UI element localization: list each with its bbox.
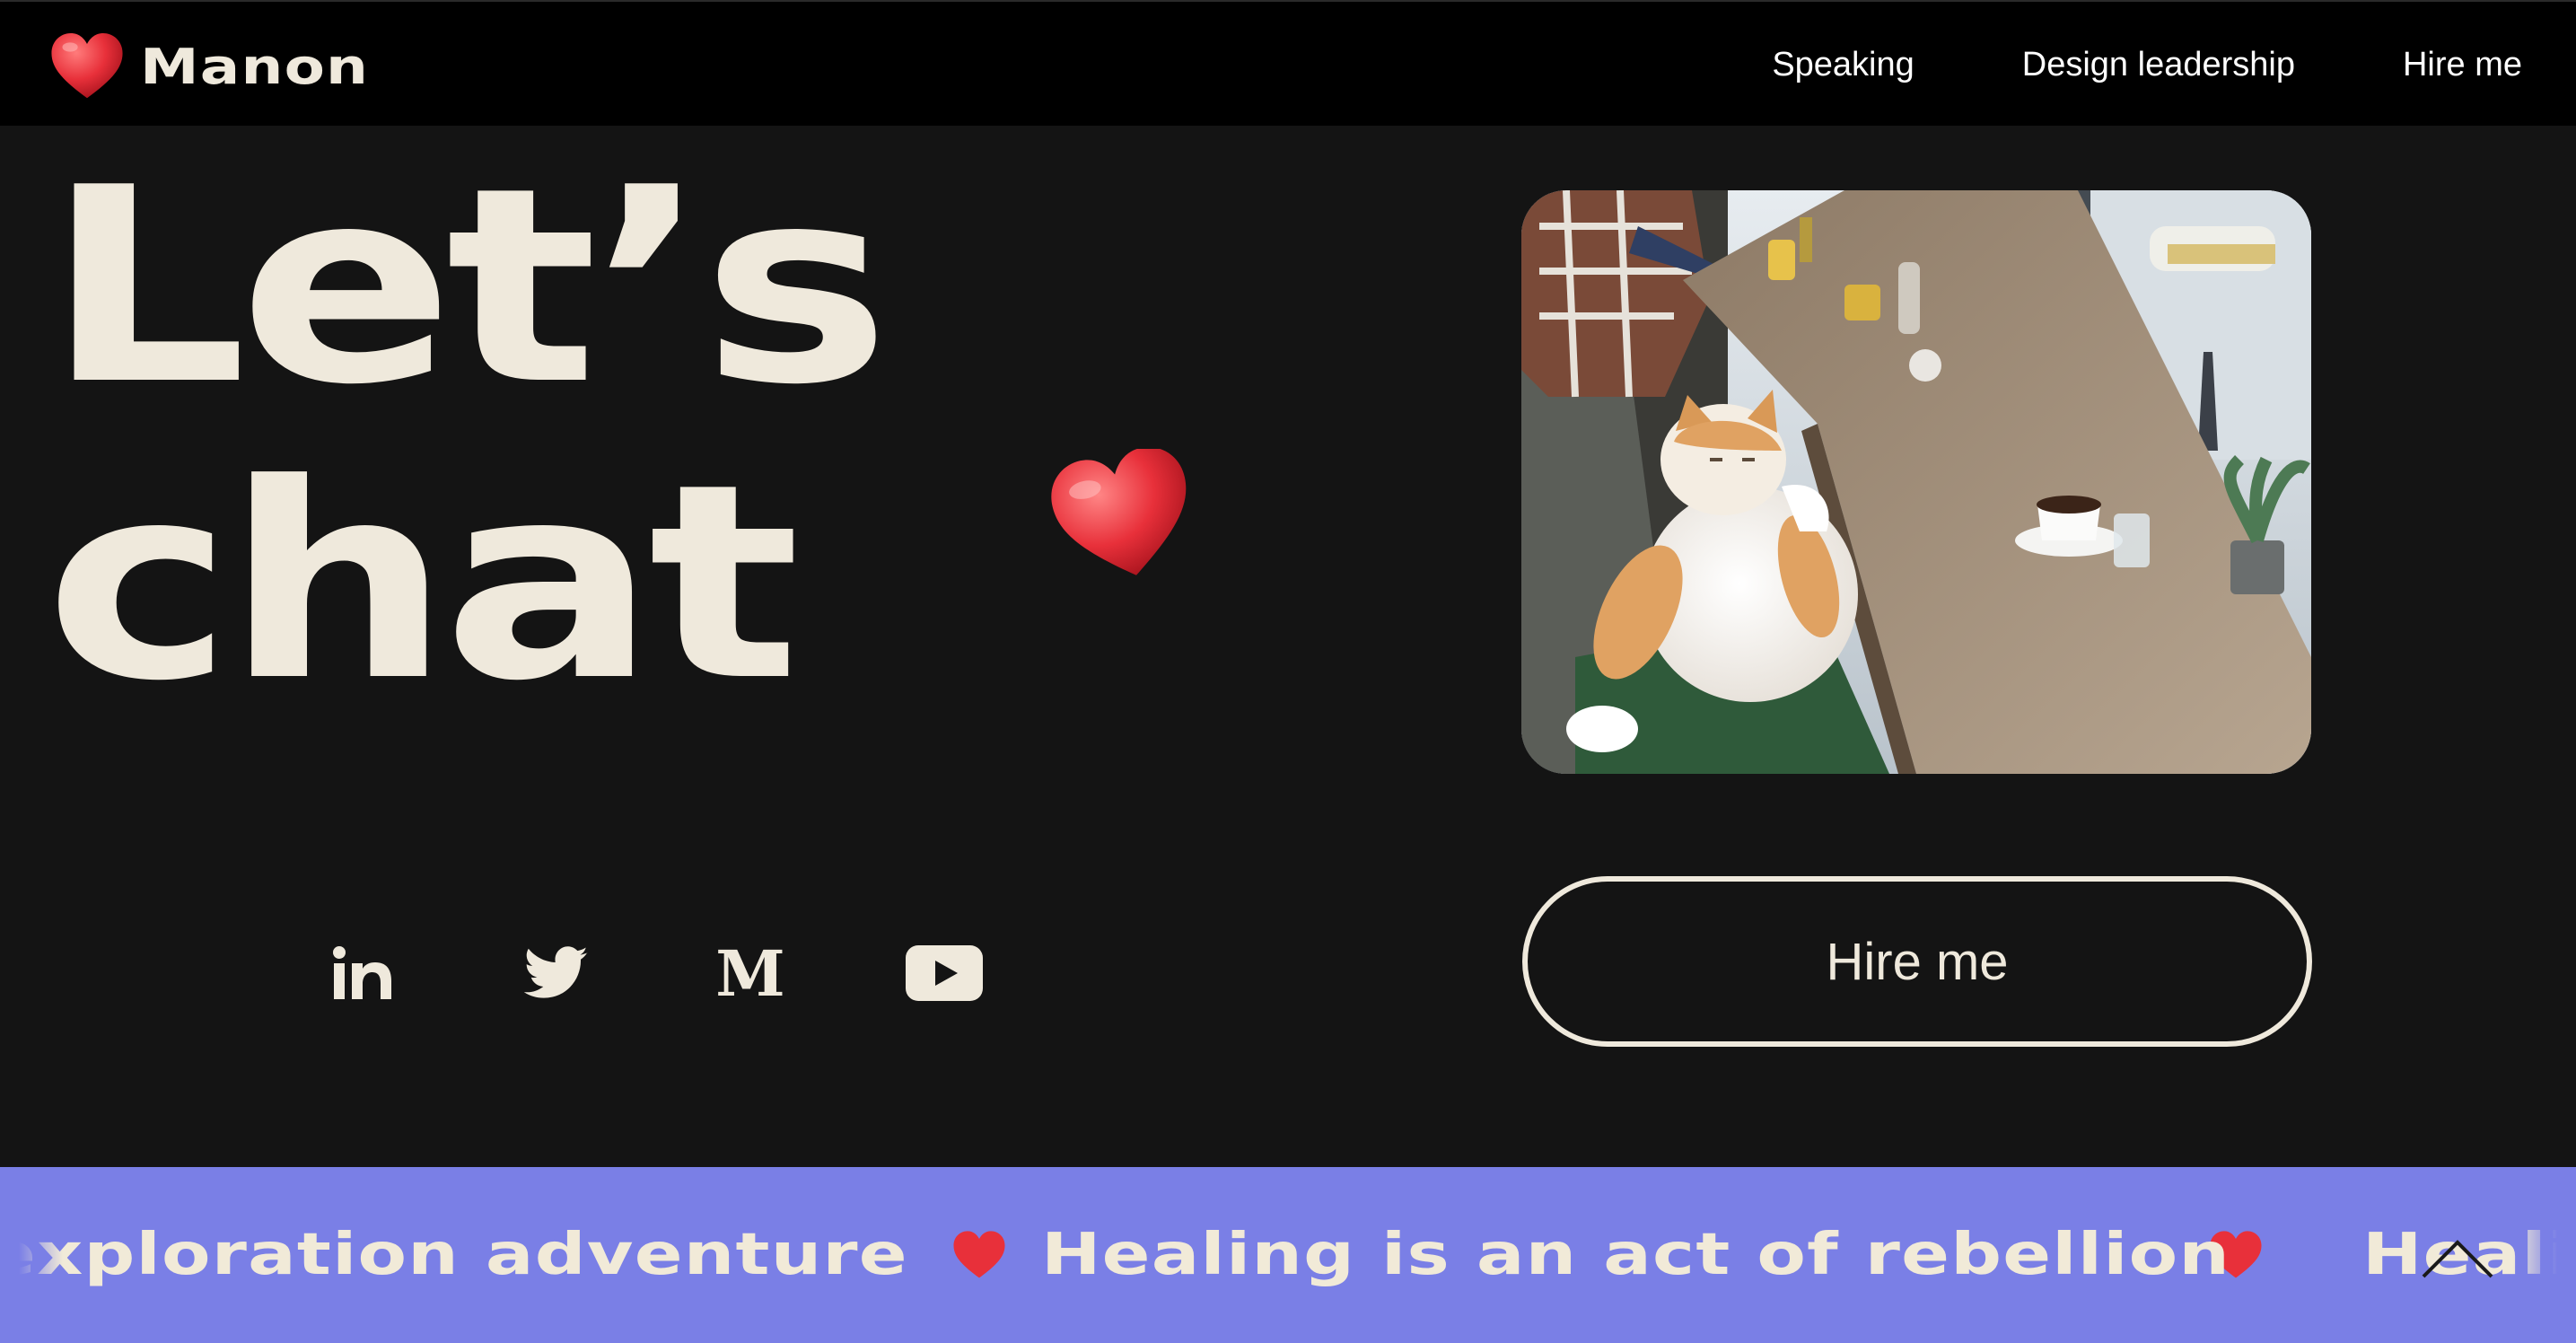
nav-link-design-leadership[interactable]: Design leadership: [2022, 46, 2295, 84]
marquee-track: exploration adventure Healing is an act …: [0, 1167, 2576, 1343]
marquee-text: exploration adventure: [0, 1222, 908, 1288]
heart-icon: [951, 1230, 1007, 1280]
medium-icon[interactable]: M: [711, 934, 790, 1013]
scroll-to-top-chevron-icon[interactable]: [2420, 1235, 2495, 1280]
brand-name: Manon: [140, 38, 370, 95]
headline-line-1: Let’s: [45, 130, 890, 443]
svg-text:M: M: [715, 945, 785, 1001]
marquee-item: exploration adventure: [0, 1222, 951, 1288]
marquee-text: Healing is an act of rebellion: [1041, 1222, 2231, 1288]
nav-link-speaking[interactable]: Speaking: [1772, 46, 1914, 84]
hire-me-button[interactable]: Hire me: [1522, 876, 2312, 1047]
heart-icon: [48, 31, 126, 101]
marquee-fade-right: [2513, 1167, 2576, 1343]
marquee-banner: exploration adventure Healing is an act …: [0, 1167, 2576, 1343]
marquee-item: Healing is an act of rebellion: [1041, 1222, 2230, 1288]
twitter-icon[interactable]: [517, 934, 596, 1013]
social-links: M: [323, 934, 984, 1013]
heart-icon: [1050, 449, 1197, 584]
youtube-icon[interactable]: [905, 934, 984, 1013]
main-nav: Speaking Design leadership Hire me: [1772, 2, 2522, 127]
nav-link-hire-me[interactable]: Hire me: [2403, 46, 2522, 84]
cat-in-cafe-photo: [1521, 190, 2311, 774]
marquee-fade-left: [0, 1167, 63, 1343]
brand-logo-link[interactable]: Manon: [48, 31, 368, 102]
linkedin-icon[interactable]: [323, 934, 402, 1013]
headline-line-2: chat: [45, 426, 801, 740]
top-navbar: Manon Speaking Design leadership Hire me: [0, 0, 2576, 126]
hire-me-button-label: Hire me: [1826, 932, 2009, 991]
